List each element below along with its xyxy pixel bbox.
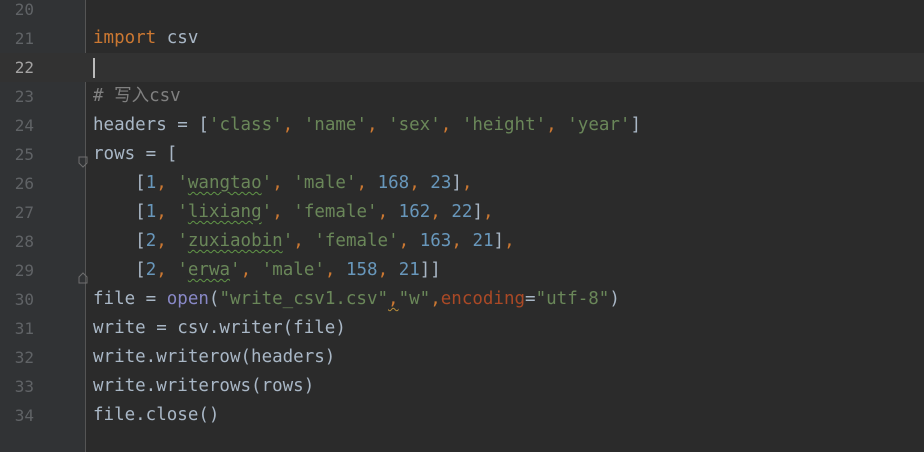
code-text: headers = ['class', 'name', 'sex', 'heig… [93, 115, 642, 135]
line-number: 22 [14, 58, 34, 77]
line-number: 33 [14, 377, 34, 396]
code-line[interactable]: 21 import csv [0, 24, 924, 53]
line-number: 26 [14, 174, 34, 193]
code-text: import csv [93, 28, 199, 48]
code-line[interactable]: 29 [2, 'erwa', 'male', 158, 21]] [0, 256, 924, 285]
fold-marker-icon[interactable] [78, 149, 88, 168]
line-number: 23 [14, 87, 34, 106]
code-text: # 写入csv [93, 86, 181, 106]
code-text: [1, 'lixiang', 'female', 162, 22], [93, 202, 494, 222]
code-line[interactable]: 30 file = open("write_csv1.csv","w",encod… [0, 285, 924, 314]
line-number: 34 [14, 406, 34, 425]
code-text: write = csv.writer(file) [93, 318, 346, 338]
code-line[interactable]: 28 [2, 'zuxiaobin', 'female', 163, 21], [0, 227, 924, 256]
code-text: write.writerows(rows) [93, 376, 315, 396]
line-number: 25 [14, 145, 34, 164]
code-line[interactable]: 22 [0, 53, 924, 82]
code-line[interactable]: 32 write.writerow(headers) [0, 343, 924, 372]
line-number: 31 [14, 319, 34, 338]
line-number: 28 [14, 232, 34, 251]
code-text: write.writerow(headers) [93, 347, 336, 367]
code-editor[interactable]: 20 21 import csv 22 23 # 写入csv 24 headers = ['c… [0, 0, 924, 452]
code-line[interactable]: 25 rows = [ [0, 140, 924, 169]
code-line[interactable]: 34 file.close() [0, 401, 924, 430]
line-number: 24 [14, 116, 34, 135]
line-number: 21 [14, 29, 34, 48]
code-text: [2, 'erwa', 'male', 158, 21]] [93, 260, 441, 280]
line-number: 29 [14, 261, 34, 280]
line-number: 30 [14, 290, 34, 309]
code-line[interactable]: 20 [0, 0, 924, 24]
code-line[interactable]: 27 [1, 'lixiang', 'female', 162, 22], [0, 198, 924, 227]
code-line[interactable]: 31 write = csv.writer(file) [0, 314, 924, 343]
code-text: [1, 'wangtao', 'male', 168, 23], [93, 173, 473, 193]
code-line[interactable]: 33 write.writerows(rows) [0, 372, 924, 401]
code-line[interactable]: 23 # 写入csv [0, 82, 924, 111]
code-text: file.close() [93, 405, 220, 425]
line-number: 32 [14, 348, 34, 367]
code-lines: 20 21 import csv 22 23 # 写入csv 24 headers = ['c… [0, 0, 924, 430]
code-text: file = open("write_csv1.csv","w",encodin… [93, 289, 620, 309]
line-number: 20 [14, 0, 34, 19]
code-line[interactable]: 24 headers = ['class', 'name', 'sex', 'he… [0, 111, 924, 140]
code-line[interactable]: 26 [1, 'wangtao', 'male', 168, 23], [0, 169, 924, 198]
code-text: [2, 'zuxiaobin', 'female', 163, 21], [93, 231, 515, 251]
line-number: 27 [14, 203, 34, 222]
text-caret [93, 58, 95, 78]
fold-marker-icon[interactable] [78, 265, 88, 284]
code-text: rows = [ [93, 144, 178, 164]
